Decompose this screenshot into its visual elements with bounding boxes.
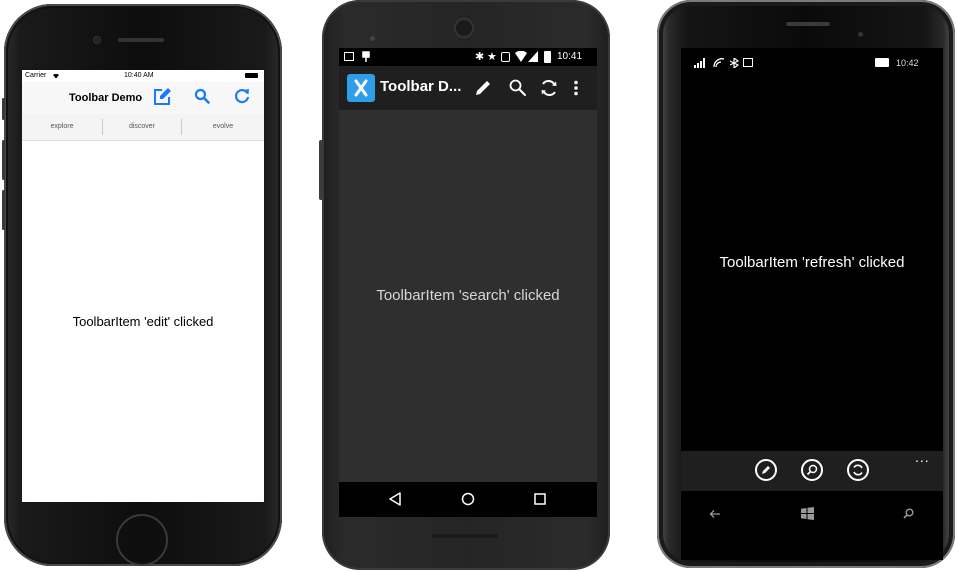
mute-switch (2, 98, 5, 120)
edit-icon[interactable] (755, 459, 777, 481)
volume-button (319, 140, 323, 200)
star-icon: ★ (487, 51, 497, 63)
wp-status-time: 10:42 (896, 58, 919, 68)
earpiece-speaker (118, 38, 164, 42)
tab-evolve[interactable]: evolve (182, 114, 264, 140)
overflow-menu-icon[interactable] (573, 80, 579, 96)
ios-page-title: Toolbar Demo (69, 92, 143, 104)
ios-status-message: ToolbarItem 'edit' clicked (72, 314, 214, 329)
ios-navigation-bar: Toolbar Demo (22, 82, 264, 114)
home-icon[interactable] (461, 492, 475, 506)
xamarin-logo (347, 74, 375, 102)
volume-up-button (2, 140, 5, 180)
tab-explore[interactable]: explore (22, 114, 102, 140)
usb-notification-icon (362, 51, 370, 62)
tab-discover[interactable]: discover (103, 114, 181, 140)
back-icon[interactable] (388, 492, 402, 506)
wifi-icon (515, 51, 527, 62)
ios-tab-bar: explore discover evolve (22, 114, 264, 141)
wifi-icon (713, 58, 725, 68)
recents-icon[interactable] (534, 493, 546, 505)
battery-icon (875, 58, 889, 67)
android-status-bar: ✱ ★ 10:41 (339, 48, 597, 66)
wp-application-bar: ... (681, 449, 943, 491)
android-action-bar: Toolbar D... (339, 66, 597, 110)
android-status-time: 10:41 (557, 51, 583, 62)
search-icon[interactable] (801, 459, 823, 481)
signal-icon (694, 58, 705, 68)
back-icon[interactable] (709, 509, 721, 519)
ios-status-time: 10:40 AM (124, 72, 154, 79)
refresh-icon[interactable] (233, 87, 251, 105)
search-icon[interactable] (903, 508, 914, 519)
vibrate-icon (501, 52, 510, 62)
earpiece-speaker (786, 22, 830, 26)
windows-phone-screen: 10:42 ToolbarItem 'refresh' clicked ... (681, 48, 943, 560)
message-icon (743, 58, 753, 67)
volume-down-button (2, 190, 5, 230)
front-camera (456, 20, 472, 36)
ios-screen: Carrier 10:40 AM Toolbar Demo explore di… (22, 70, 264, 502)
bluetooth-icon (729, 58, 739, 68)
front-camera (94, 37, 100, 43)
carrier-label: Carrier (25, 72, 47, 79)
bluetooth-icon: ✱ (475, 51, 485, 63)
windows-start-icon[interactable] (801, 507, 814, 520)
ios-status-bar: Carrier 10:40 AM (22, 70, 264, 82)
android-screen: ✱ ★ 10:41 Toolbar D... ToolbarItem 'sear… (339, 48, 597, 517)
android-navigation-bar (339, 482, 597, 517)
edit-icon[interactable] (474, 79, 492, 97)
home-button[interactable] (116, 514, 168, 566)
refresh-icon[interactable] (847, 459, 869, 481)
search-icon[interactable] (194, 88, 210, 104)
screenshot-notification-icon (344, 52, 354, 61)
wp-hardware-keys (681, 491, 943, 551)
appbar-more-button[interactable]: ... (915, 449, 930, 465)
wp-status-bar: 10:42 (681, 48, 943, 78)
search-icon[interactable] (509, 79, 526, 96)
speaker-grille (432, 534, 498, 538)
refresh-icon[interactable] (539, 78, 559, 98)
signal-icon (528, 51, 538, 62)
battery-icon (245, 73, 258, 78)
wifi-icon (53, 73, 59, 79)
sensor-dot (370, 36, 375, 41)
android-page-title: Toolbar D... (380, 78, 462, 95)
battery-icon (544, 51, 551, 63)
wp-status-message: ToolbarItem 'refresh' clicked (719, 254, 905, 271)
android-status-message: ToolbarItem 'search' clicked (376, 287, 560, 304)
front-camera (858, 32, 863, 37)
edit-icon[interactable] (152, 87, 172, 107)
